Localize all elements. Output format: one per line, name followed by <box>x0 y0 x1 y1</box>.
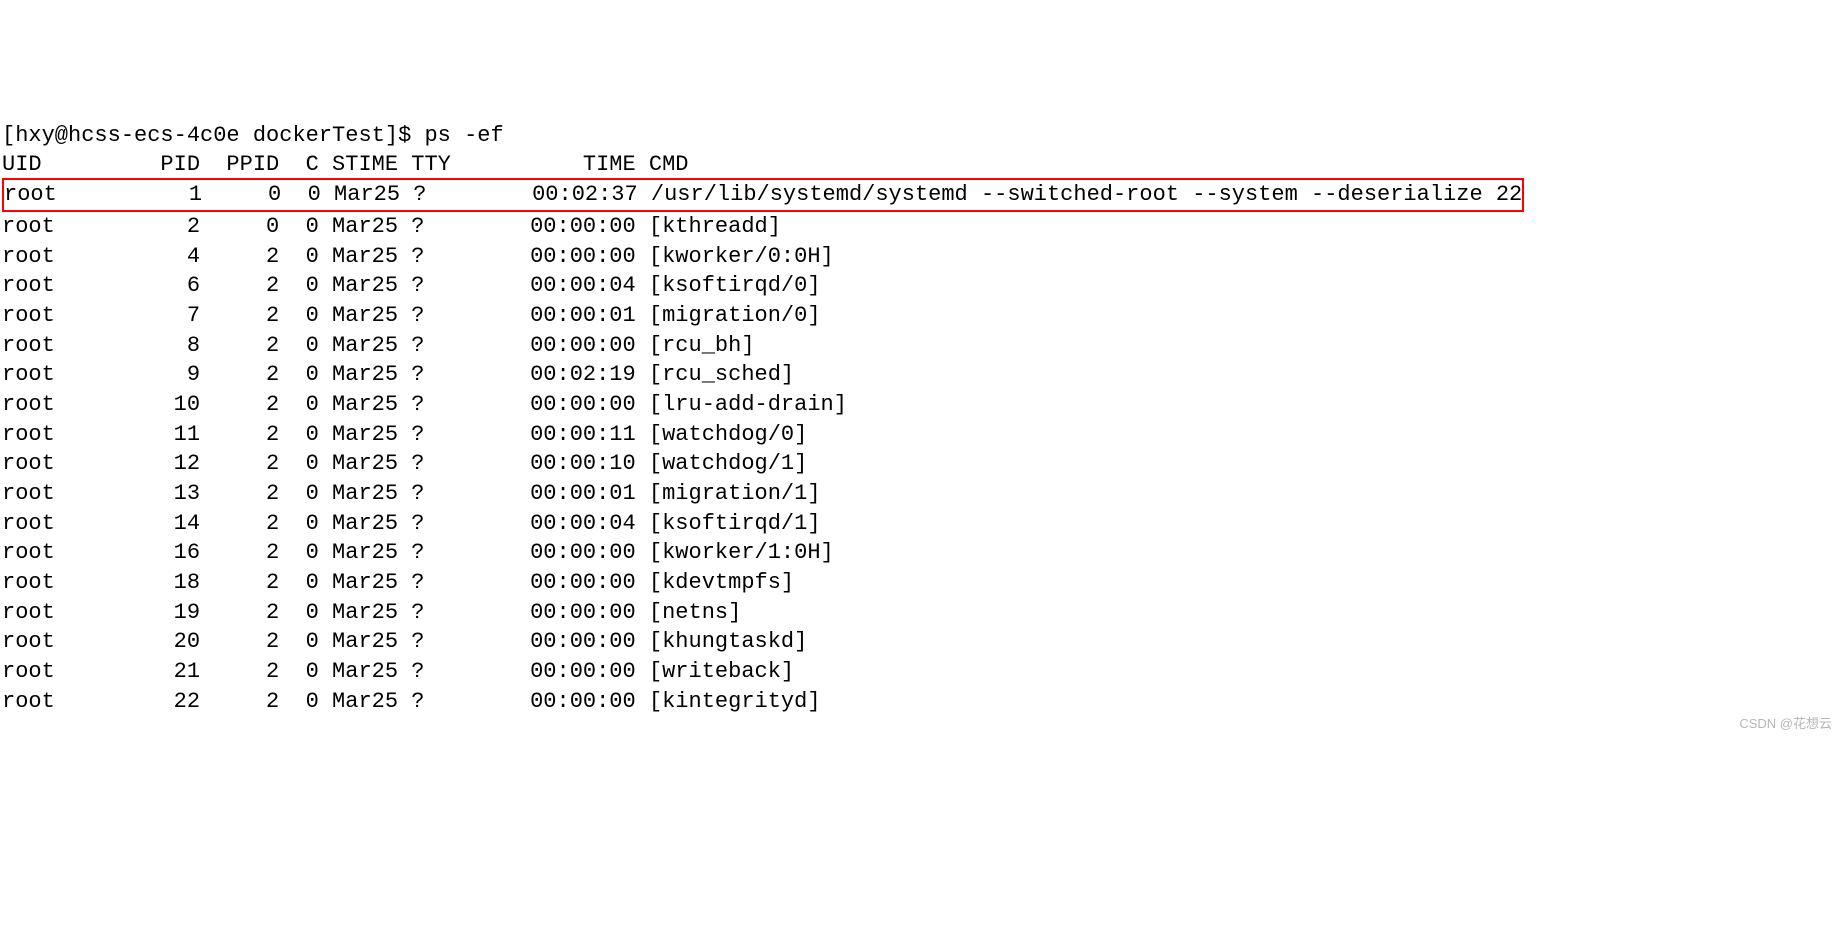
terminal-output: [hxy@hcss-ecs-4c0e dockerTest]$ ps -efUI… <box>2 121 1840 717</box>
process-row: root 10 2 0 Mar25 ? 00:00:00 [lru-add-dr… <box>2 390 1840 420</box>
process-row: root 13 2 0 Mar25 ? 00:00:01 [migration/… <box>2 479 1840 509</box>
process-row: root 14 2 0 Mar25 ? 00:00:04 [ksoftirqd/… <box>2 509 1840 539</box>
process-header: UID PID PPID C STIME TTY TIME CMD <box>2 150 1840 180</box>
process-row: root 4 2 0 Mar25 ? 00:00:00 [kworker/0:0… <box>2 242 1840 272</box>
process-row: root 9 2 0 Mar25 ? 00:02:19 [rcu_sched] <box>2 360 1840 390</box>
process-row: root 19 2 0 Mar25 ? 00:00:00 [netns] <box>2 598 1840 628</box>
process-row: root 16 2 0 Mar25 ? 00:00:00 [kworker/1:… <box>2 538 1840 568</box>
process-row: root 18 2 0 Mar25 ? 00:00:00 [kdevtmpfs] <box>2 568 1840 598</box>
process-row: root 7 2 0 Mar25 ? 00:00:01 [migration/0… <box>2 301 1840 331</box>
process-row: root 11 2 0 Mar25 ? 00:00:11 [watchdog/0… <box>2 420 1840 450</box>
process-row-highlighted: root 1 0 0 Mar25 ? 00:02:37 /usr/lib/sys… <box>2 178 1524 212</box>
process-row: root 22 2 0 Mar25 ? 00:00:00 [kintegrity… <box>2 687 1840 717</box>
process-row: root 6 2 0 Mar25 ? 00:00:04 [ksoftirqd/0… <box>2 271 1840 301</box>
process-row: root 21 2 0 Mar25 ? 00:00:00 [writeback] <box>2 657 1840 687</box>
process-row: root 20 2 0 Mar25 ? 00:00:00 [khungtaskd… <box>2 627 1840 657</box>
watermark-text: CSDN @花想云 <box>1739 715 1832 733</box>
process-row: root 12 2 0 Mar25 ? 00:00:10 [watchdog/1… <box>2 449 1840 479</box>
process-row: root 2 0 0 Mar25 ? 00:00:00 [kthreadd] <box>2 212 1840 242</box>
prompt-line: [hxy@hcss-ecs-4c0e dockerTest]$ ps -ef <box>2 121 1840 151</box>
process-row: root 8 2 0 Mar25 ? 00:00:00 [rcu_bh] <box>2 331 1840 361</box>
